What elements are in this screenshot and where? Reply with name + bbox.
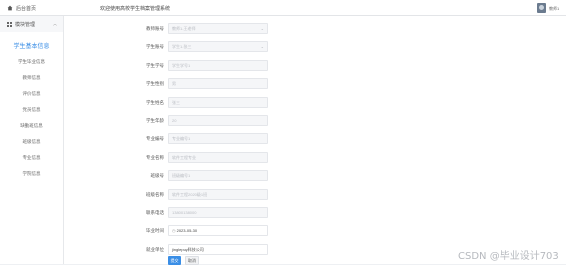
form-row: 学生学号 学生学号1 (64, 59, 284, 72)
chevron-up-icon: ︿ (53, 21, 57, 26)
form-row: 班级名称 软件工程2020级1班 (64, 188, 284, 201)
field-value: jinglepuy科技公司 (172, 246, 204, 252)
menu-head-label: 模块管理 (15, 21, 36, 28)
form-row: 教师账号 教师1-王老师 ⌄ (64, 23, 284, 35)
input-field[interactable]: ◷ 2023-05-30 (168, 225, 268, 237)
sidebar-item[interactable]: 学生基本信息 (0, 36, 63, 54)
field-label: 学生姓名 (146, 99, 164, 105)
input-field[interactable]: 13800138000 (168, 207, 268, 218)
field-label: 学生性别 (146, 81, 164, 87)
input-field[interactable]: 软件工程专业 (168, 151, 268, 163)
input-field[interactable]: 男 (168, 78, 268, 90)
home-icon (7, 5, 13, 11)
sidebar-item[interactable]: 教师信息 (0, 70, 63, 86)
field-label: 班级名称 (146, 191, 164, 197)
sidebar-item[interactable]: 学生毕业信息 (0, 54, 63, 70)
module-menu-toggle[interactable]: 模块管理 ︿ (0, 16, 63, 32)
sidebar-item[interactable]: 党员信息 (0, 102, 63, 118)
field-value: 13800138000 (172, 210, 197, 215)
form-row: 就业单位 jinglepuy科技公司 (64, 243, 284, 256)
field-label: 学生学号 (146, 62, 164, 68)
input-field[interactable]: 20 (168, 115, 268, 126)
avatar[interactable] (537, 3, 546, 13)
sidebar-item[interactable]: 评价信息 (0, 86, 63, 102)
chevron-down-icon: ⌄ (260, 44, 264, 50)
field-value: 班级编号1 (172, 173, 191, 179)
main-form: 教师账号 教师1-王老师 ⌄ 学生账号 学生1-张三 ⌄ 学生学号 学生学号1 学生性别 男学生姓… (64, 16, 566, 265)
field-label: 就业单位 (146, 246, 164, 252)
select-field[interactable]: 教师1-王老师 ⌄ (168, 23, 268, 34)
sidebar-item[interactable]: 专业信息 (0, 150, 63, 166)
form-row: 班级号 班级编号1 (64, 170, 284, 182)
form-row: 联系电话 13800138000 (64, 207, 284, 219)
watermark: CSDN @毕业设计703 (458, 251, 559, 262)
field-label: 联系电话 (146, 210, 164, 215)
user-name[interactable]: 教师1 (549, 6, 559, 12)
field-label: 教师账号 (146, 26, 164, 31)
sidebar-item[interactable]: 班级信息 (0, 134, 63, 150)
input-field[interactable]: 班级编号1 (168, 170, 268, 182)
field-value: 20 (172, 118, 177, 123)
input-field[interactable]: 张三 (168, 96, 268, 108)
home-link[interactable]: 后台首页 (0, 0, 64, 16)
sidebar-item[interactable]: 学院信息 (0, 166, 63, 182)
field-value: 男 (172, 81, 176, 87)
chevron-down-icon: ⌄ (260, 26, 264, 31)
form-row: 学生账号 学生1-张三 ⌄ (64, 41, 284, 53)
field-label: 专业编号 (146, 136, 164, 142)
field-label: 学生年龄 (146, 118, 164, 123)
field-label: 毕业时间 (146, 228, 164, 234)
input-field[interactable]: 专业编号1 (168, 133, 268, 145)
field-value: 学生1-张三 (172, 44, 192, 50)
field-label: 专业名称 (146, 154, 164, 160)
form-row: 专业名称 软件工程专业 (64, 151, 284, 164)
field-label: 学生账号 (146, 44, 164, 50)
field-value: 软件工程专业 (172, 154, 196, 160)
field-value: 张三 (172, 99, 180, 105)
field-value: 学生学号1 (172, 62, 191, 68)
home-label: 后台首页 (16, 5, 37, 12)
field-value: 2023-05-30 (176, 228, 198, 234)
field-label: 班级号 (150, 173, 165, 179)
input-field[interactable]: 学生学号1 (168, 59, 268, 71)
system-title: 欢迎使用高校学生档案管理系统 (100, 6, 171, 12)
sidebar-item[interactable]: 缺勤班信息 (0, 118, 63, 134)
sidebar: 模块管理 ︿ 学生基本信息 学生毕业信息 教师信息 评价信息 党员信息 缺勤班信息 班级信息… (0, 16, 64, 264)
input-field[interactable]: jinglepuy科技公司 (168, 243, 268, 255)
form-row: 学生性别 男 (64, 78, 284, 90)
field-value: 软件工程2020级1班 (172, 191, 208, 197)
field-value: 专业编号1 (172, 136, 191, 142)
form-row: 专业编号 专业编号1 (64, 133, 284, 145)
select-field[interactable]: 学生1-张三 ⌄ (168, 41, 268, 53)
field-value: 教师1-王老师 (172, 26, 196, 31)
form-row: 学生姓名 张三 (64, 96, 284, 109)
input-field[interactable]: 软件工程2020级1班 (168, 188, 268, 200)
top-bar: 后台首页 欢迎使用高校学生档案管理系统 教师1 (0, 0, 566, 16)
grid-icon (7, 21, 12, 27)
form-row: 毕业时间 ◷ 2023-05-30 (64, 225, 284, 237)
form-row: 学生年龄 20 (64, 115, 284, 127)
